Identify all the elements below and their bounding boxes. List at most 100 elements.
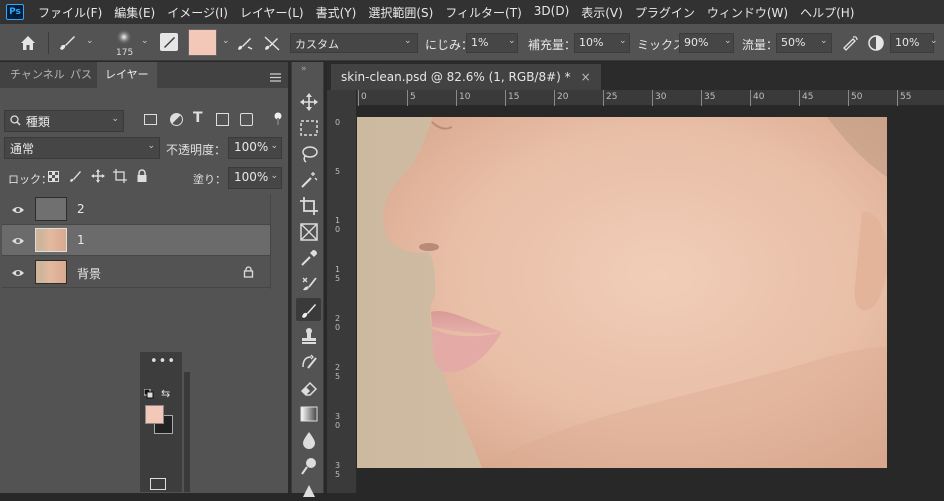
fill-input[interactable]: 100% ⌄: [228, 167, 282, 189]
chevron-down-icon: ⌄: [147, 141, 155, 151]
menu-item[interactable]: 表示(V): [575, 4, 629, 21]
chevron-down-icon[interactable]: ⌄: [86, 37, 95, 46]
filter-pixel-icon[interactable]: [144, 114, 157, 125]
blend-mode-select[interactable]: 通常 ⌄: [4, 137, 160, 159]
panel-menu-icon[interactable]: [270, 71, 281, 82]
filter-type-icon[interactable]: T: [193, 110, 203, 126]
ruler-label: 3 5: [335, 461, 341, 479]
crop-icon[interactable]: [296, 194, 321, 217]
menu-item[interactable]: プラグイン: [629, 4, 701, 21]
filter-shape-icon[interactable]: [216, 113, 229, 126]
document-canvas[interactable]: [357, 117, 887, 468]
magic-wand-icon[interactable]: [296, 168, 321, 191]
default-colors-icon[interactable]: [143, 388, 154, 399]
chevron-down-icon[interactable]: ⌄: [724, 37, 733, 46]
mode-select[interactable]: カスタム: [290, 33, 418, 53]
chevron-down-icon: ⌄: [270, 141, 278, 151]
chevron-down-icon[interactable]: ⌄: [619, 37, 628, 46]
gradient-icon[interactable]: [296, 402, 321, 425]
chevron-down-icon[interactable]: ⌄: [508, 37, 517, 46]
menu-item[interactable]: 書式(Y): [310, 4, 363, 21]
eraser-icon[interactable]: [296, 376, 321, 399]
layer-row[interactable]: 背景: [2, 257, 270, 288]
collapsed-tools-panel: ••• ⇆: [140, 352, 182, 492]
filter-adjustment-icon[interactable]: [170, 113, 183, 126]
ruler-label: 1 5: [335, 265, 341, 283]
opacity-input[interactable]: 100% ⌄: [228, 137, 282, 159]
lock-artboard-icon[interactable]: [113, 169, 127, 183]
current-color-swatch[interactable]: [188, 29, 217, 56]
menu-item[interactable]: レイヤー(L): [234, 4, 310, 21]
vertical-ruler: 0 5 1 0 1 5 2 0 2 5 3 0 3 5: [327, 90, 357, 493]
chevron-down-icon: ⌄: [111, 114, 119, 124]
close-icon[interactable]: ×: [581, 70, 591, 84]
menu-bar: Ps ファイル(F) 編集(E) イメージ(I) レイヤー(L) 書式(Y) 選択範囲(S…: [0, 0, 944, 24]
lock-all-icon[interactable]: [136, 169, 148, 183]
menu-item[interactable]: ヘルプ(H): [794, 4, 860, 21]
chevron-down-icon[interactable]: ⌄: [820, 37, 829, 46]
menu-item[interactable]: 編集(E): [108, 4, 161, 21]
tool-preset-icon[interactable]: [56, 33, 78, 53]
swap-colors-icon[interactable]: ⇆: [161, 387, 170, 400]
menu-item[interactable]: ウィンドウ(W): [701, 4, 794, 21]
mixer-brush-icon[interactable]: [296, 298, 321, 321]
tab-paths[interactable]: パス: [62, 62, 100, 88]
layer-name: 1: [77, 233, 85, 247]
ruler-label: 2 0: [335, 314, 341, 332]
layer-filter-select[interactable]: 種類 ⌄: [4, 110, 124, 132]
load-label: 補充量：: [528, 38, 577, 52]
chevron-down-icon[interactable]: ⌄: [141, 37, 150, 46]
healing-icon[interactable]: [296, 272, 321, 295]
chevron-down-icon[interactable]: ⌄: [404, 37, 413, 46]
menu-item[interactable]: フィルター(T): [439, 4, 527, 21]
lasso-icon[interactable]: [296, 142, 321, 165]
menu-item[interactable]: 3D(D): [528, 4, 575, 21]
home-icon[interactable]: [18, 33, 38, 53]
frame-icon[interactable]: [296, 220, 321, 243]
pen-icon[interactable]: [296, 478, 321, 501]
visibility-eye-icon[interactable]: [12, 235, 24, 245]
lock-position-icon[interactable]: [91, 169, 105, 183]
filter-smartobject-icon[interactable]: [240, 113, 253, 126]
clean-brush-icon[interactable]: [262, 33, 282, 53]
marquee-icon[interactable]: [296, 116, 321, 139]
flow-label: 流量：: [742, 38, 779, 52]
brush-settings-icon[interactable]: [160, 33, 178, 51]
layer-thumbnail: [35, 228, 67, 252]
collapse-icon[interactable]: »: [301, 64, 307, 74]
menu-item[interactable]: ファイル(F): [32, 4, 108, 21]
lock-transparent-icon[interactable]: [48, 171, 59, 182]
menu-item[interactable]: 選択範囲(S): [362, 4, 439, 21]
layer-row[interactable]: 2: [2, 194, 270, 225]
chevron-down-icon[interactable]: ⌄: [930, 37, 939, 46]
visibility-eye-icon[interactable]: [12, 267, 24, 277]
eyedropper-icon[interactable]: [296, 246, 321, 269]
history-brush-icon[interactable]: [296, 350, 321, 373]
more-tools-button[interactable]: •••: [150, 354, 176, 369]
ruler-label: 1 0: [335, 216, 341, 234]
stamp-icon[interactable]: [296, 324, 321, 347]
brush-tip-icon[interactable]: [113, 28, 135, 48]
lock-paint-icon[interactable]: [68, 169, 82, 183]
load-brush-icon[interactable]: [235, 33, 255, 53]
ruler-label: 2 5: [335, 363, 341, 381]
dodge-icon[interactable]: [296, 454, 321, 477]
ruler-label: 0: [335, 118, 341, 127]
photoshop-logo: Ps: [6, 4, 24, 20]
quick-mask-icon[interactable]: [150, 478, 166, 490]
chevron-down-icon[interactable]: ⌄: [222, 37, 231, 46]
layer-row[interactable]: 1: [2, 225, 270, 256]
tab-layers[interactable]: レイヤー: [97, 62, 157, 88]
airbrush-icon[interactable]: [840, 33, 860, 53]
move-icon[interactable]: [296, 90, 321, 113]
fill-label: 塗り：: [193, 173, 226, 186]
menu-item[interactable]: イメージ(I): [161, 4, 234, 21]
smoothing-icon[interactable]: [866, 33, 886, 53]
filter-toggle-icon[interactable]: [274, 112, 282, 126]
smoothing-input[interactable]: 10%: [890, 33, 934, 53]
foreground-color-swatch[interactable]: [145, 405, 164, 424]
document-tab[interactable]: skin-clean.psd @ 82.6% (1, RGB/8#) * ×: [331, 64, 601, 90]
blur-icon[interactable]: [296, 428, 321, 451]
visibility-eye-icon[interactable]: [12, 204, 24, 214]
ruler-label: 40: [753, 92, 765, 102]
